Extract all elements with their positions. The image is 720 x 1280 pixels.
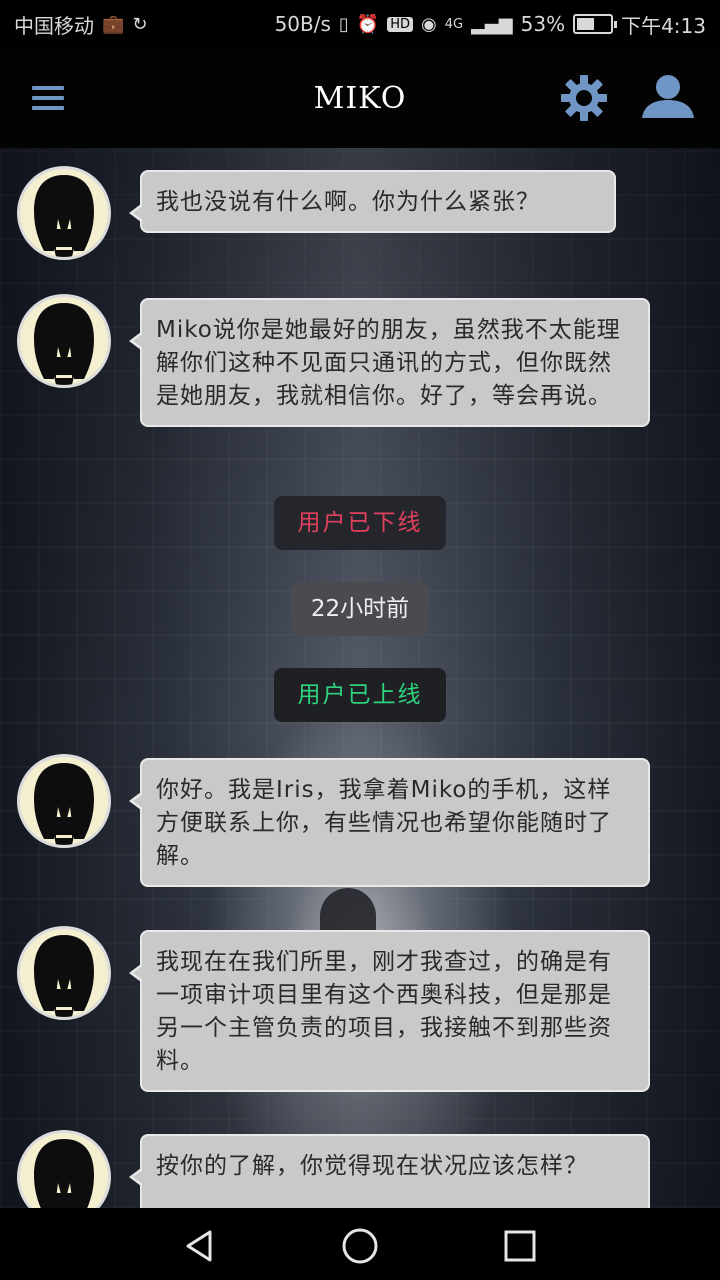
back-triangle-icon[interactable] <box>180 1226 220 1266</box>
battery-percent: 53% <box>520 12 566 36</box>
message-bubble: 我也没说有什么啊。你为什么紧张？ <box>129 170 616 233</box>
avatar[interactable] <box>17 294 111 388</box>
timestamp-pill: 22小时前 <box>291 582 429 636</box>
message-bubble: 我现在在我们所里，刚才我查过，的确是有一项审计项目里有这个西奥科技，但是那是另一… <box>129 930 650 1092</box>
status-online-pill: 用户已上线 <box>274 668 446 722</box>
signal-icon: ▂▄▆ <box>471 13 513 35</box>
avatar[interactable] <box>17 926 111 1020</box>
home-circle-icon[interactable] <box>340 1226 380 1266</box>
chat-area[interactable]: 我也没说有什么啊。你为什么紧张？ Miko说你是她最好的朋友，虽然我不太能理解你… <box>0 148 720 1208</box>
carrier-label: 中国移动 <box>14 13 94 38</box>
status-offline-pill: 用户已下线 <box>274 496 446 550</box>
user-icon[interactable] <box>640 72 696 124</box>
vibrate-icon: ▯ <box>338 13 349 35</box>
navigation-bar <box>0 1208 720 1280</box>
message-bubble: 按你的了解，你觉得现在状况应该怎样？ <box>129 1134 650 1208</box>
alarm-icon: ⏰ <box>356 13 380 35</box>
briefcase-icon: 💼 <box>102 13 125 35</box>
sync-icon: ↻ <box>132 13 148 35</box>
status-right: 50B/s ▯ ⏰ HD ◉ 4G ▂▄▆ 53% 下午4:13 <box>275 10 706 39</box>
avatar[interactable] <box>17 754 111 848</box>
network-speed: 50B/s <box>274 12 331 36</box>
recents-square-icon[interactable] <box>500 1226 540 1266</box>
status-left: 中国移动 💼 ↻ <box>14 10 148 39</box>
app-bar: MIKO <box>0 48 720 148</box>
gear-icon[interactable] <box>558 72 610 124</box>
hd-icon: HD <box>387 16 414 32</box>
network-type: 4G <box>444 16 464 32</box>
clock: 下午4:13 <box>621 13 706 38</box>
status-bar: 中国移动 💼 ↻ 50B/s ▯ ⏰ HD ◉ 4G ▂▄▆ 53% 下午4:1… <box>0 0 720 48</box>
avatar[interactable] <box>17 166 111 260</box>
eye-icon: ◉ <box>421 13 437 35</box>
app-title: MIKO <box>313 80 407 116</box>
battery-icon <box>573 14 618 34</box>
message-bubble: 你好。我是Iris，我拿着Miko的手机，这样方便联系上你，有些情况也希望你能随… <box>129 758 650 887</box>
avatar[interactable] <box>17 1130 111 1208</box>
menu-icon[interactable] <box>32 86 64 112</box>
battery-fill <box>577 18 595 30</box>
message-bubble: Miko说你是她最好的朋友，虽然我不太能理解你们这种不见面只通讯的方式，但你既然… <box>129 298 650 427</box>
